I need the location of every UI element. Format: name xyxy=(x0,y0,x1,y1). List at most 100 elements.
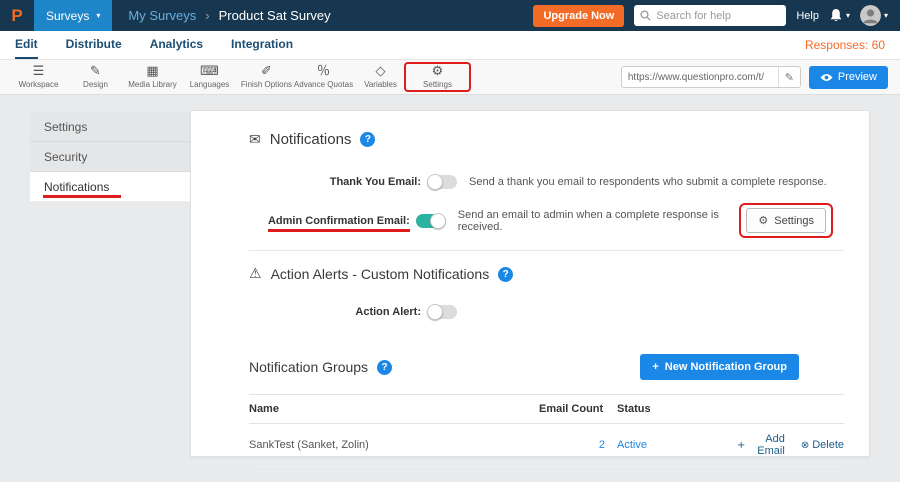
toolbar-item-variables[interactable]: ◇ Variables xyxy=(352,65,409,89)
chevron-down-icon: ▾ xyxy=(96,11,100,20)
toolbar-label: Workspace xyxy=(19,80,59,89)
breadcrumb-separator-icon: › xyxy=(205,8,209,23)
table-row: SankTest (Sanket, Zolin) 2 Active + Add … xyxy=(249,424,844,467)
breadcrumb-survey-title: Product Sat Survey xyxy=(219,8,331,23)
group-email-count-link[interactable]: 2 xyxy=(539,439,617,451)
search-icon xyxy=(640,10,651,21)
survey-url-box: ✎ xyxy=(621,66,801,88)
toolbar-item-settings[interactable]: ⚙ Settings xyxy=(409,65,466,89)
section-title: Action Alerts - Custom Notifications xyxy=(271,266,490,282)
notification-groups-table: Name Email Count Status SankTest (Sanket… xyxy=(249,394,844,467)
finish-options-icon: ✐ xyxy=(261,65,272,79)
chevron-down-icon: ▾ xyxy=(884,11,888,20)
toolbar-label: Media Library xyxy=(128,80,176,89)
action-alert-row: Action Alert: xyxy=(249,302,844,322)
admin-confirmation-email-description: Send an email to admin when a complete r… xyxy=(458,209,747,233)
warning-icon: ⚠ xyxy=(249,266,262,282)
notifications-panel: ✉ Notifications ? Thank You Email: Send … xyxy=(190,110,870,457)
preview-button[interactable]: Preview xyxy=(809,66,888,89)
toolbar-label: Settings xyxy=(423,80,452,89)
bell-icon xyxy=(829,8,843,23)
toolbar-label: Languages xyxy=(190,80,230,89)
breadcrumb: My Surveys › Product Sat Survey xyxy=(128,8,330,23)
thank-you-email-row: Thank You Email: Send a thank you email … xyxy=(249,172,844,192)
help-badge-icon[interactable]: ? xyxy=(377,360,392,375)
toolbar-item-media-library[interactable]: ▦ Media Library xyxy=(124,65,181,89)
toolbar-item-workspace[interactable]: ☰ Workspace xyxy=(10,65,67,89)
notifications-bell-button[interactable]: ▾ xyxy=(829,8,850,23)
avatar xyxy=(860,5,881,26)
languages-icon: ⌨ xyxy=(200,65,219,79)
tab-edit[interactable]: Edit xyxy=(15,31,38,59)
plus-icon: + xyxy=(652,361,658,373)
surveys-menu-label: Surveys xyxy=(46,9,89,23)
chevron-down-icon: ▾ xyxy=(846,11,850,20)
variables-icon: ◇ xyxy=(376,65,386,79)
settings-button-label: Settings xyxy=(774,215,814,227)
delete-link[interactable]: ⊗ Delete xyxy=(801,433,844,457)
preview-label: Preview xyxy=(838,71,877,83)
help-search-input[interactable] xyxy=(656,10,780,22)
eye-icon xyxy=(820,73,833,82)
toolbar-label: Design xyxy=(83,80,108,89)
upgrade-now-button[interactable]: Upgrade Now xyxy=(533,5,624,27)
label-text: Admin Confirmation Email: xyxy=(268,215,410,227)
annotation-underline-notifications xyxy=(43,195,121,198)
survey-toolbar: ☰ Workspace ✎ Design ▦ Media Library ⌨ L… xyxy=(0,60,900,95)
help-badge-icon[interactable]: ? xyxy=(360,132,375,147)
module-tab-bar: Edit Distribute Analytics Integration Re… xyxy=(0,31,900,60)
add-email-link[interactable]: + Add Email xyxy=(737,433,785,457)
admin-email-settings-button[interactable]: ⚙ Settings xyxy=(746,208,826,233)
group-status[interactable]: Active xyxy=(617,439,737,451)
thank-you-email-toggle[interactable] xyxy=(427,175,457,189)
action-alert-toggle[interactable] xyxy=(427,305,457,319)
plus-icon: + xyxy=(737,440,745,451)
tab-distribute[interactable]: Distribute xyxy=(66,31,122,59)
media-library-icon: ▦ xyxy=(146,65,158,79)
advance-quotas-icon: ％ xyxy=(317,65,330,79)
sidebar-item-security[interactable]: Security xyxy=(30,142,190,172)
toolbar-item-languages[interactable]: ⌨ Languages xyxy=(181,65,238,89)
group-name: SankTest (Sanket, Zolin) xyxy=(249,439,539,451)
breadcrumb-my-surveys[interactable]: My Surveys xyxy=(128,8,196,23)
top-bar: P Surveys ▾ My Surveys › Product Sat Sur… xyxy=(0,0,900,31)
sidebar-item-settings[interactable]: Settings xyxy=(30,112,190,142)
group-actions: + Add Email ⊗ Delete xyxy=(737,433,844,457)
sidebar-item-label: Notifications xyxy=(44,180,109,194)
tab-integration[interactable]: Integration xyxy=(231,31,293,59)
notifications-section-heading: ✉ Notifications ? xyxy=(249,131,844,148)
notification-groups-heading: Notification Groups ? xyxy=(249,359,392,375)
notification-groups-header: Notification Groups ? + New Notification… xyxy=(249,354,844,380)
toolbar-item-design[interactable]: ✎ Design xyxy=(67,65,124,89)
help-link[interactable]: Help xyxy=(796,10,819,22)
action-alert-label: Action Alert: xyxy=(249,306,421,318)
responses-count[interactable]: Responses: 60 xyxy=(805,38,885,52)
section-divider xyxy=(249,250,844,251)
column-header-name: Name xyxy=(249,403,539,415)
sidebar-item-notifications[interactable]: Notifications xyxy=(30,172,190,202)
tab-analytics[interactable]: Analytics xyxy=(150,31,203,59)
toolbar-label: Advance Quotas xyxy=(294,80,353,89)
help-search-box xyxy=(634,5,786,26)
help-badge-icon[interactable]: ? xyxy=(498,267,513,282)
user-menu-button[interactable]: ▾ xyxy=(860,5,888,26)
gear-icon: ⚙ xyxy=(758,214,768,227)
surveys-menu-button[interactable]: Surveys ▾ xyxy=(34,0,112,31)
toolbar-item-finish-options[interactable]: ✐ Finish Options xyxy=(238,65,295,89)
new-notification-group-button[interactable]: + New Notification Group xyxy=(640,354,799,380)
delete-circle-icon: ⊗ xyxy=(801,440,809,451)
add-email-label: Add Email xyxy=(748,433,784,457)
edit-url-pencil-icon[interactable]: ✎ xyxy=(778,67,800,87)
topbar-right: Upgrade Now Help ▾ ▾ xyxy=(533,5,900,27)
settings-sidebar: Settings Security Notifications xyxy=(30,112,190,202)
admin-confirmation-email-label: Admin Confirmation Email: xyxy=(249,215,410,227)
admin-confirmation-email-toggle[interactable] xyxy=(416,214,446,228)
column-header-status: Status xyxy=(617,403,737,415)
survey-url-input[interactable] xyxy=(622,72,778,83)
action-alerts-section-heading: ⚠ Action Alerts - Custom Notifications ? xyxy=(249,266,844,282)
toolbar-item-advance-quotas[interactable]: ％ Advance Quotas xyxy=(295,65,352,89)
admin-confirmation-email-row: Admin Confirmation Email: Send an email … xyxy=(249,208,844,233)
questionpro-logo[interactable]: P xyxy=(0,6,34,26)
section-title: Notification Groups xyxy=(249,359,368,375)
gear-icon: ⚙ xyxy=(432,65,444,79)
